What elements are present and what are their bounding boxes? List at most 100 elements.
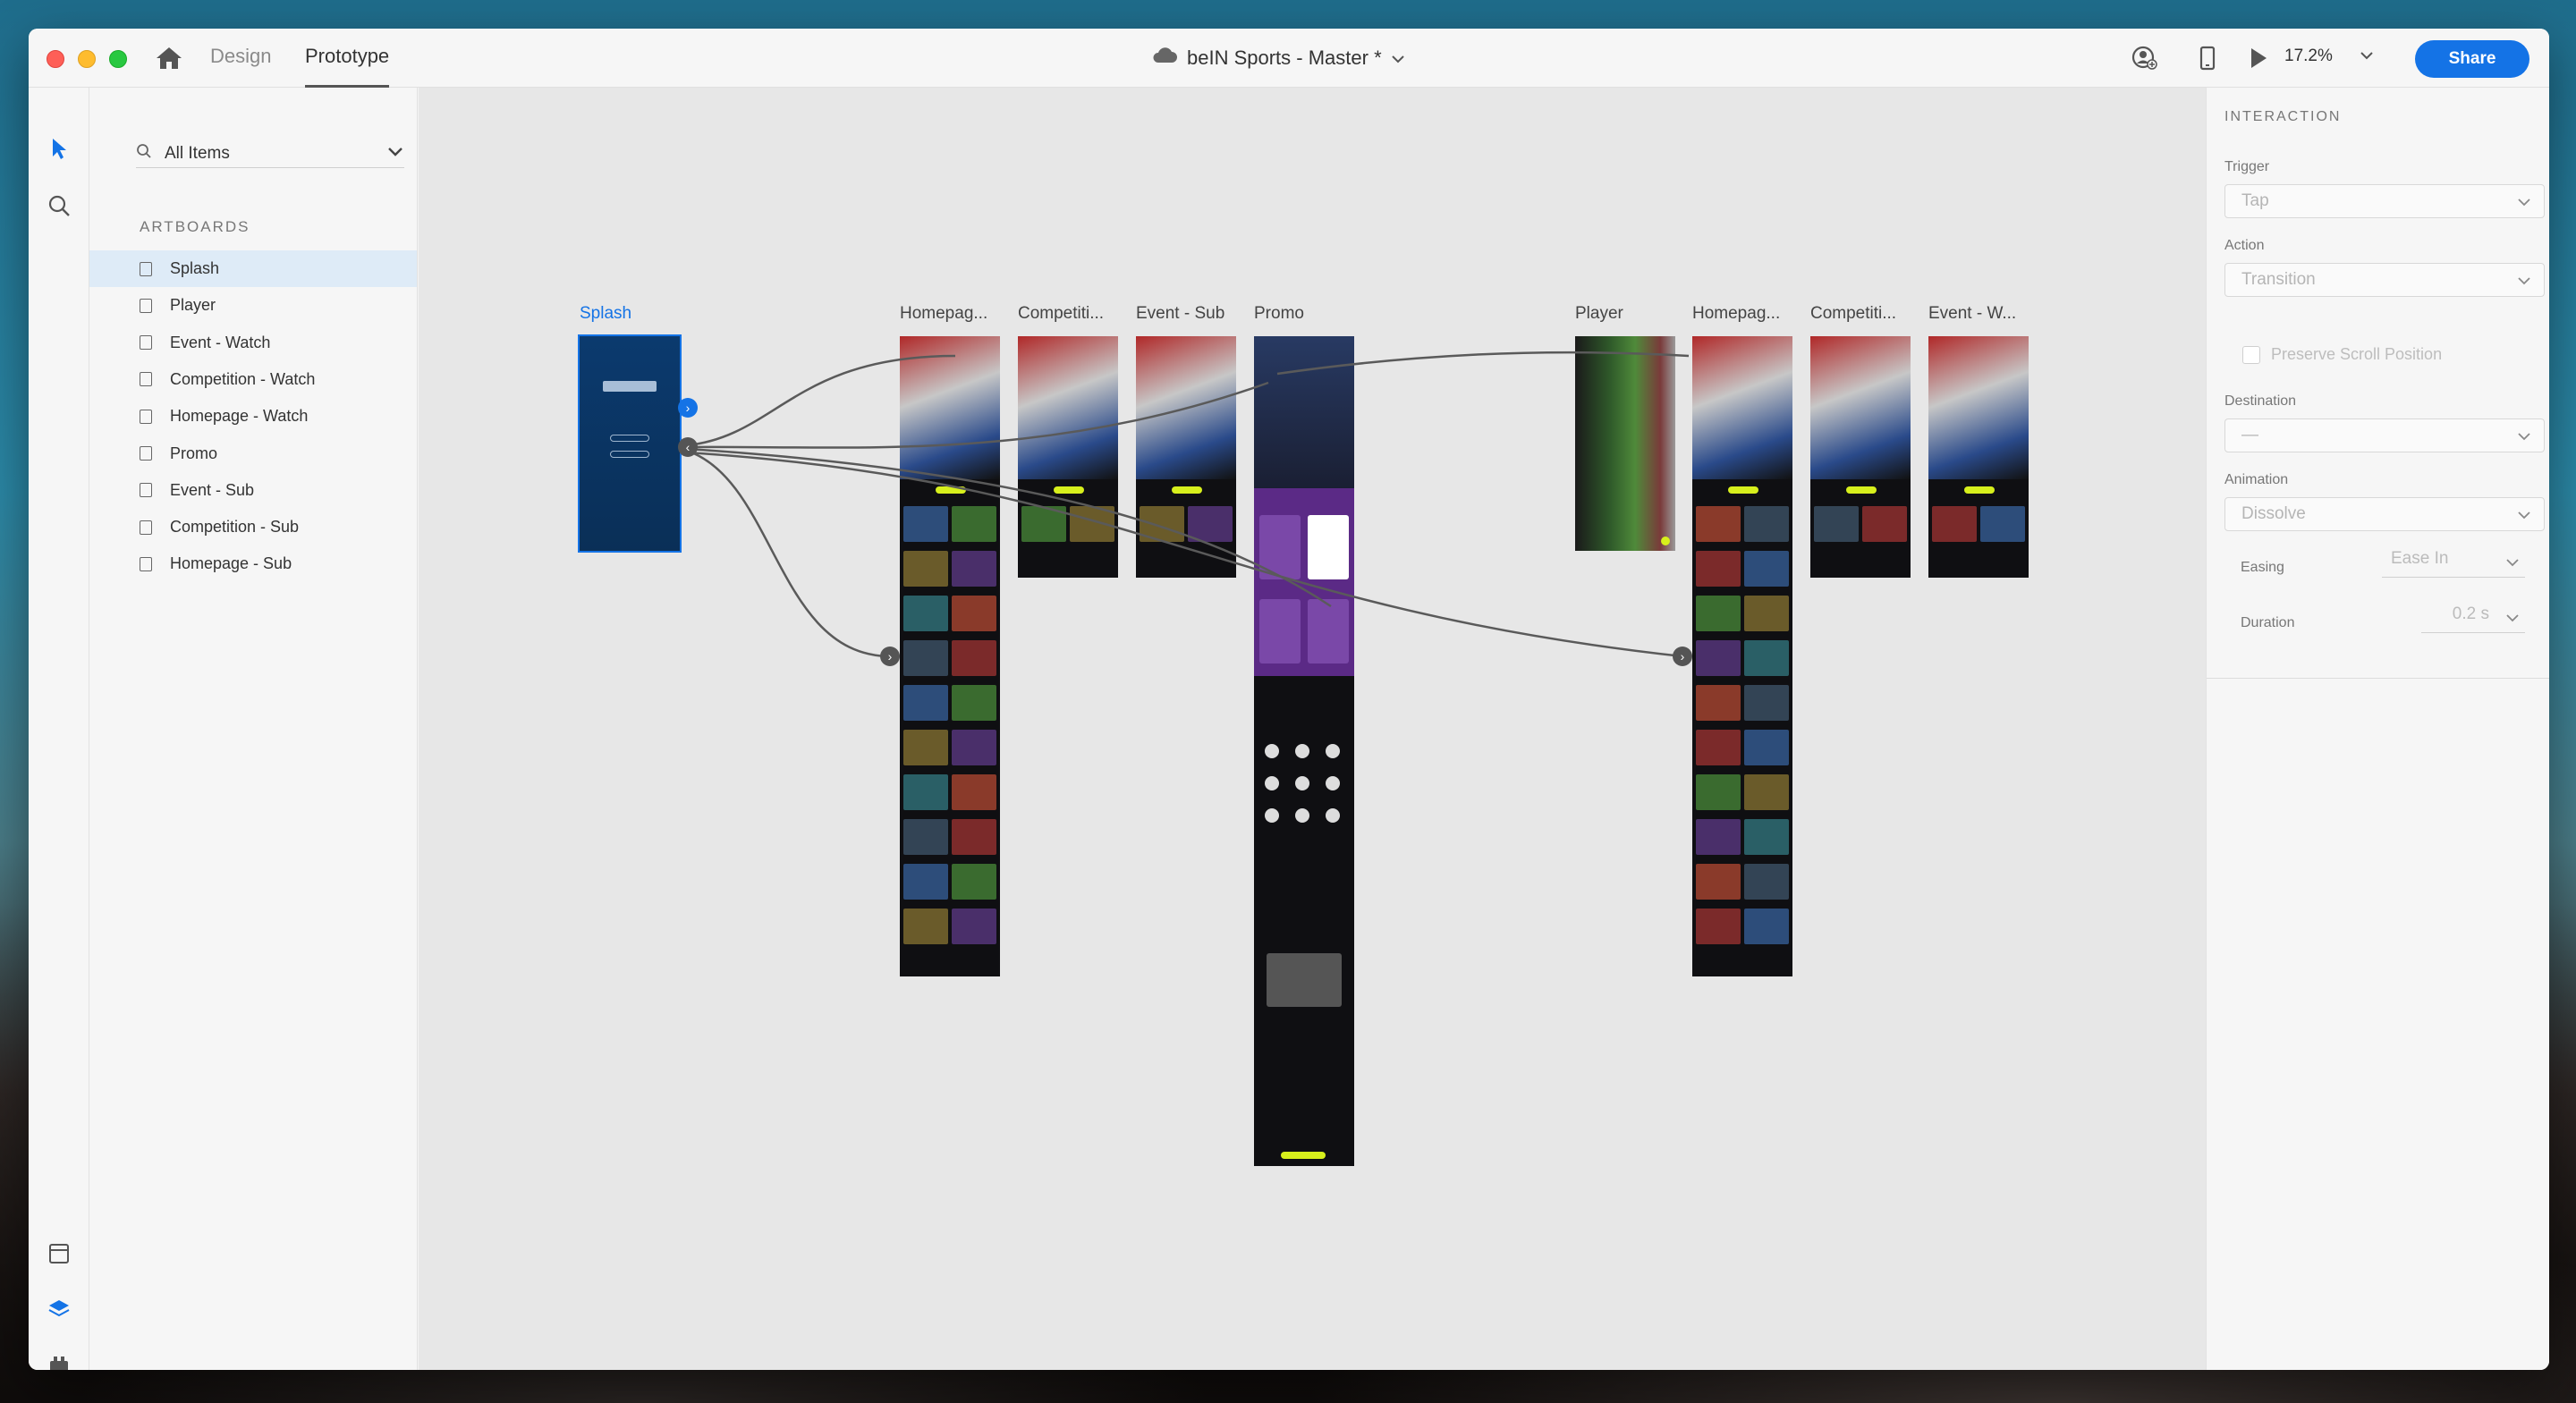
animation-select[interactable]: Dissolve <box>2224 497 2545 531</box>
chevron-down-icon <box>2505 610 2520 630</box>
easing-select[interactable]: Ease In <box>2382 549 2525 578</box>
hero-image <box>900 336 1000 479</box>
thumbnail <box>903 596 948 631</box>
tab-design[interactable]: Design <box>210 45 271 88</box>
share-button[interactable]: Share <box>2415 40 2529 78</box>
minimize-window-button[interactable] <box>78 50 96 68</box>
artboard-list-item[interactable]: Homepage - Sub <box>89 545 417 582</box>
artboard-icon <box>140 409 152 424</box>
content-row <box>903 506 996 542</box>
hero-image <box>1136 336 1236 479</box>
destination-value: — <box>2241 426 2258 444</box>
artboard-event[interactable] <box>1136 336 1236 578</box>
content-row <box>1021 506 1114 542</box>
wire-handle-icon[interactable]: ‹ <box>678 437 698 457</box>
close-window-button[interactable] <box>47 50 64 68</box>
chevron-down-icon <box>2517 273 2531 292</box>
assets-icon[interactable] <box>45 1239 73 1268</box>
search-icon <box>136 143 152 165</box>
easing-value: Ease In <box>2391 549 2449 568</box>
artboard-list-item[interactable]: Promo <box>89 435 417 472</box>
chevron-down-icon[interactable] <box>2360 46 2374 66</box>
artboard-list-item[interactable]: Player <box>89 287 417 324</box>
preserve-scroll-checkbox[interactable]: Preserve Scroll Position <box>2242 345 2442 364</box>
artboard-event[interactable] <box>1928 336 2029 578</box>
select-tool-icon[interactable] <box>45 134 73 163</box>
artboard-title[interactable]: Event - W... <box>1928 304 2016 324</box>
artboard-list-item[interactable]: Event - Watch <box>89 325 417 361</box>
design-canvas[interactable]: Splash Homepag... Competiti... Event - Sub P… <box>419 88 2206 1370</box>
content-row <box>1696 640 1789 676</box>
thumbnail <box>952 596 996 631</box>
artboard-list-item[interactable]: Homepage - Watch <box>89 398 417 435</box>
zoom-control[interactable]: 17.2% <box>2284 46 2374 66</box>
search-icon[interactable] <box>45 191 73 220</box>
device-preview-icon[interactable] <box>2193 45 2222 72</box>
thumbnail <box>952 819 996 855</box>
artboard-player[interactable] <box>1575 336 1675 551</box>
artboard-title[interactable]: Event - Sub <box>1136 304 1224 324</box>
content-row <box>1696 730 1789 765</box>
app-window: Design Prototype beIN Sports - Master * … <box>29 29 2549 1370</box>
artboard-list-item[interactable]: Event - Sub <box>89 472 417 509</box>
home-icon[interactable] <box>154 45 184 72</box>
artboard-home[interactable] <box>1692 336 1792 976</box>
artboard-title[interactable]: Competiti... <box>1018 304 1104 324</box>
pricing-card <box>1259 515 1301 579</box>
checkbox-box[interactable] <box>2242 345 2260 364</box>
artboard-home[interactable] <box>900 336 1000 976</box>
zoom-window-button[interactable] <box>109 50 127 68</box>
artboard-list-item[interactable]: Splash <box>89 250 417 287</box>
thumbnail <box>1744 685 1789 721</box>
artboard-comp[interactable] <box>1810 336 1911 578</box>
artboard-list-item[interactable]: Competition - Sub <box>89 509 417 545</box>
layer-filter[interactable]: All Items <box>136 139 404 168</box>
interaction-panel: INTERACTION Trigger Tap Action Transitio… <box>2206 88 2549 1370</box>
document-title-text: beIN Sports - Master * <box>1187 46 1382 69</box>
duration-select[interactable]: 0.2 s <box>2421 604 2525 633</box>
artboard-title[interactable]: Homepag... <box>900 304 987 324</box>
thumbnail <box>1744 730 1789 765</box>
artboard-comp[interactable] <box>1018 336 1118 578</box>
content-row <box>1814 506 1907 542</box>
thumbnail <box>1744 506 1789 542</box>
chevron-down-icon[interactable] <box>1391 46 1405 70</box>
content-row <box>903 685 996 721</box>
thumbnail <box>903 640 948 676</box>
brand-logo <box>603 381 657 392</box>
action-select[interactable]: Transition <box>2224 263 2545 297</box>
thumbnail <box>952 685 996 721</box>
artboard-promo[interactable] <box>1254 336 1354 1166</box>
cta-pill <box>1728 486 1758 494</box>
destination-select[interactable]: — <box>2224 418 2545 452</box>
trigger-select[interactable]: Tap <box>2224 184 2545 218</box>
artboard-title[interactable]: Splash <box>580 304 631 324</box>
invite-user-icon[interactable] <box>2131 45 2159 72</box>
thumbnail <box>1744 596 1789 631</box>
thumbnail <box>1696 864 1741 900</box>
tab-prototype[interactable]: Prototype <box>305 45 390 88</box>
wire-handle-icon[interactable]: › <box>1673 647 1692 666</box>
chevron-down-icon[interactable] <box>386 144 404 164</box>
thumbnail <box>1696 551 1741 587</box>
thumbnail <box>1980 506 2025 542</box>
content-row <box>903 819 996 855</box>
chevron-down-icon <box>2517 428 2531 448</box>
artboard-title[interactable]: Competiti... <box>1810 304 1896 324</box>
thumbnail <box>1814 506 1859 542</box>
document-title[interactable]: beIN Sports - Master * <box>1151 45 1405 72</box>
content-row <box>1696 551 1789 587</box>
artboard-title[interactable]: Player <box>1575 304 1623 324</box>
artboard-list-item[interactable]: Competition - Watch <box>89 361 417 398</box>
wire-handle-icon[interactable]: › <box>678 398 698 418</box>
plugins-icon[interactable] <box>45 1350 73 1370</box>
artboard-title[interactable]: Promo <box>1254 304 1304 324</box>
artboard-title[interactable]: Homepag... <box>1692 304 1780 324</box>
wire-handle-icon[interactable]: › <box>880 647 900 666</box>
artboard-splash[interactable] <box>578 334 682 553</box>
content-row <box>903 596 996 631</box>
play-preview-icon[interactable] <box>2243 45 2272 72</box>
animation-value: Dissolve <box>2241 504 2306 523</box>
cta-pill <box>1846 486 1877 494</box>
layers-icon[interactable] <box>45 1295 73 1323</box>
